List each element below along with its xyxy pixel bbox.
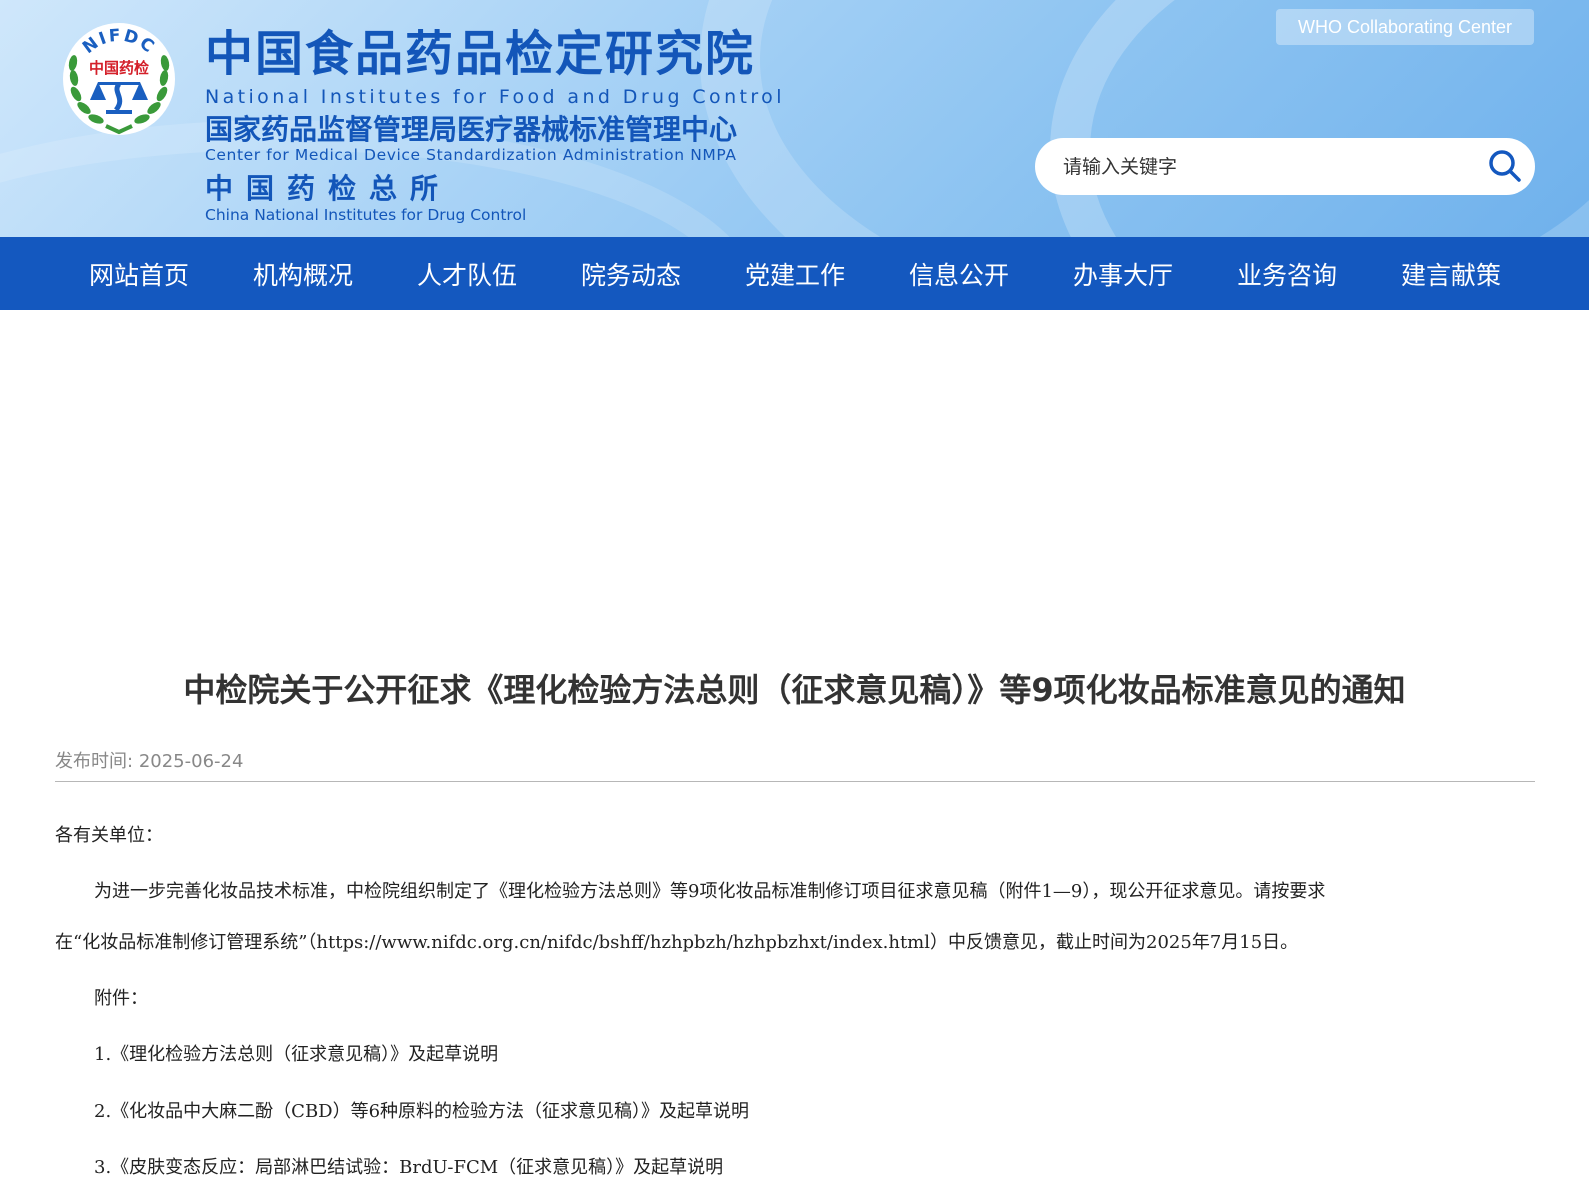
- search-bar: [1035, 138, 1535, 195]
- nav-item-talent[interactable]: 人才队伍: [385, 256, 549, 292]
- title-divider: [55, 781, 1535, 782]
- site-header: NIFDC 中国药检 中国食品药品检定研究院 National Institut…: [0, 0, 1589, 237]
- nav-item-party[interactable]: 党建工作: [713, 256, 877, 292]
- nav-item-home[interactable]: 网站首页: [57, 256, 221, 292]
- attachment-link-1[interactable]: 1.《理化检验方法总则（征求意见稿）》及起草说明: [94, 1040, 498, 1066]
- search-icon[interactable]: [1487, 148, 1523, 184]
- attachment-link-3[interactable]: 3.《皮肤变态反应：局部淋巴结试验：BrdU-FCM（征求意见稿）》及起草说明: [94, 1153, 723, 1179]
- publish-meta: 发布时间: 2025-06-24: [55, 747, 243, 773]
- nav-item-info[interactable]: 信息公开: [877, 256, 1041, 292]
- drug-control-title-cn: 中国药检总所: [205, 172, 452, 205]
- article-title: 中检院关于公开征求《理化检验方法总则（征求意见稿）》等9项化妆品标准意见的通知: [183, 671, 1406, 709]
- institute-title-cn: 中国食品药品检定研究院: [205, 26, 756, 82]
- nav-item-news[interactable]: 院务动态: [549, 256, 713, 292]
- main-nav: 网站首页 机构概况 人才队伍 院务动态 党建工作 信息公开 办事大厅 业务咨询 …: [0, 237, 1589, 310]
- drug-control-title-en: China National Institutes for Drug Contr…: [205, 206, 527, 224]
- nifdc-logo[interactable]: NIFDC 中国药检: [60, 20, 178, 138]
- nav-item-organization[interactable]: 机构概况: [221, 256, 385, 292]
- attachment-link-2[interactable]: 2.《化妆品中大麻二酚（CBD）等6种原料的检验方法（征求意见稿）》及起草说明: [94, 1097, 749, 1123]
- paragraph-line-1: 为进一步完善化妆品技术标准，中检院组织制定了《理化检验方法总则》等9项化妆品标准…: [94, 881, 1326, 902]
- center-title-en: Center for Medical Device Standardizatio…: [205, 146, 737, 164]
- nav-item-services[interactable]: 办事大厅: [1041, 256, 1205, 292]
- logo-cn-text: 中国药检: [89, 59, 149, 77]
- nav-item-suggestions[interactable]: 建言献策: [1369, 256, 1533, 292]
- center-title-cn: 国家药品监督管理局医疗器械标准管理中心: [205, 113, 738, 146]
- header-titles: 中国食品药品检定研究院 National Institutes for Food…: [205, 28, 785, 224]
- nav-item-consult[interactable]: 业务咨询: [1205, 256, 1369, 292]
- attachments-label: 附件：: [94, 988, 148, 1009]
- institute-title-en: National Institutes for Food and Drug Co…: [205, 86, 785, 108]
- paragraph-line-2: 在“化妆品标准制修订管理系统”（https://www.nifdc.org.cn…: [55, 932, 1299, 953]
- salutation: 各有关单位：: [55, 825, 163, 846]
- who-collaborating-center-button[interactable]: WHO Collaborating Center: [1276, 9, 1534, 45]
- publish-label: 发布时间:: [55, 751, 134, 772]
- search-input[interactable]: [1061, 154, 1465, 179]
- publish-date: 2025-06-24: [138, 751, 244, 772]
